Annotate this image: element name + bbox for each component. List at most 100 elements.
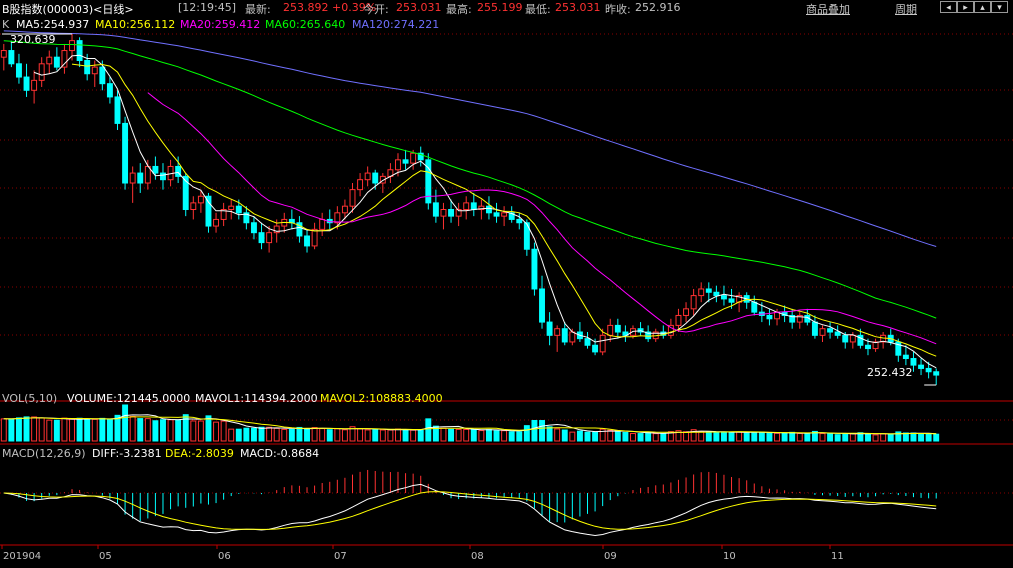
low-annotation: 252.432 <box>867 366 913 379</box>
volume-bar <box>652 433 659 442</box>
volume-bar <box>395 428 401 442</box>
volume-bar <box>910 432 917 442</box>
candle-body <box>197 195 204 204</box>
volume-bar <box>69 418 75 442</box>
x-axis-tick-label: 08 <box>471 551 484 562</box>
candle-body <box>61 50 68 68</box>
volume-bar <box>607 429 614 442</box>
volume-label: VOLUME:121445.0000 <box>67 392 191 405</box>
volume-bar <box>789 431 796 442</box>
volume-bar <box>720 431 727 442</box>
ma5-label: MA5:254.937 <box>16 18 90 31</box>
volume-bar <box>508 431 515 442</box>
candle-body <box>705 288 712 293</box>
candle-body <box>31 79 38 91</box>
volume-bar <box>266 426 273 442</box>
prev-icon[interactable]: ◂ <box>940 1 957 13</box>
volume-bar <box>918 433 925 442</box>
volume-bar <box>273 427 280 442</box>
volume-bar <box>91 418 98 442</box>
volume-bar <box>660 433 667 442</box>
candle-body <box>190 202 197 211</box>
x-axis-tick-label: 10 <box>723 551 736 562</box>
ma10-label: MA10:256.112 <box>95 18 176 31</box>
volume-bar <box>258 426 265 442</box>
volume-bar <box>205 415 212 442</box>
volume-bar <box>781 432 788 442</box>
volume-bar <box>99 417 106 442</box>
candle-body <box>137 172 144 184</box>
ma120-label: MA120:274.221 <box>352 18 440 31</box>
mavol1-label: MAVOL1:114394.2000 <box>195 392 318 405</box>
volume-bar <box>485 429 492 442</box>
vol-label: VOL(5,10) <box>2 392 58 405</box>
volume-bar <box>53 419 60 442</box>
volume-bar <box>501 430 508 442</box>
candle-body <box>766 314 773 320</box>
next-icon[interactable]: ▸ <box>957 1 974 13</box>
volume-bar <box>23 416 30 442</box>
volume-bar <box>622 431 629 442</box>
candle-body <box>144 165 151 184</box>
volume-bar <box>106 418 113 442</box>
volume-bar <box>743 432 750 442</box>
zoom-out-icon[interactable]: ▾ <box>991 1 1008 13</box>
candle-body <box>675 314 682 326</box>
candle-body <box>38 63 45 81</box>
candle-body <box>8 50 15 65</box>
candle-body <box>463 202 470 211</box>
candle-body <box>91 66 98 75</box>
ma120-line <box>3 30 937 247</box>
volume-bar <box>152 420 159 442</box>
volume-bar <box>758 431 765 442</box>
volume-bar <box>698 431 705 442</box>
volume-bar <box>523 425 530 442</box>
volume-bar <box>341 429 348 442</box>
volume-bar <box>76 417 83 442</box>
candle-body <box>584 338 591 346</box>
ma60-label: MA60:265.640 <box>265 18 346 31</box>
volume-bar <box>774 432 780 442</box>
chart-stage[interactable]: 201904 05 06 07 08 09 10 11 <box>0 0 1013 564</box>
diff-label: DIFF:-3.2381 <box>92 447 162 460</box>
candle-body <box>925 367 932 373</box>
overlay-link[interactable]: 商品叠加 <box>806 1 850 17</box>
volume-bar <box>440 427 447 442</box>
candle-body <box>440 209 447 217</box>
x-axis-tick-label: 201904 <box>3 551 41 562</box>
candle-body <box>205 195 212 227</box>
volume-bar <box>539 420 545 442</box>
x-axis-tick-label: 11 <box>831 551 844 562</box>
candle-body <box>69 40 75 52</box>
candle-body <box>698 288 705 297</box>
volume-bar <box>584 431 591 442</box>
candle-body <box>501 212 508 217</box>
header-time: [12:19:45] <box>178 1 236 14</box>
volume-bar <box>827 433 834 442</box>
stock-chart-svg[interactable]: 201904 05 06 07 08 09 10 11 <box>0 0 1013 564</box>
candle-body <box>129 172 136 184</box>
mavol2-label: MAVOL2:108883.4000 <box>320 392 443 405</box>
candle-body <box>599 334 606 353</box>
volume-bar <box>925 433 932 442</box>
volume-bar <box>645 432 652 442</box>
volume-bar <box>705 431 712 442</box>
candle-body <box>152 165 159 174</box>
zoom-in-icon[interactable]: ▴ <box>974 1 991 13</box>
index-title: B股指数(000003)<日线> <box>2 3 134 16</box>
volume-bar <box>417 429 424 442</box>
candle-body <box>485 205 492 214</box>
candle-body <box>607 324 614 336</box>
volume-bar <box>0 418 7 442</box>
volume-bar <box>334 428 341 442</box>
volume-bar <box>872 434 879 442</box>
candle-body <box>23 76 30 91</box>
period-link[interactable]: 周期 <box>895 1 917 17</box>
candle-body <box>311 228 318 247</box>
volume-bar <box>357 428 364 442</box>
candle-body <box>865 344 871 350</box>
candle-body <box>849 334 856 343</box>
candle-body <box>402 159 409 164</box>
volume-bar <box>470 428 477 442</box>
candle-body <box>410 152 417 164</box>
